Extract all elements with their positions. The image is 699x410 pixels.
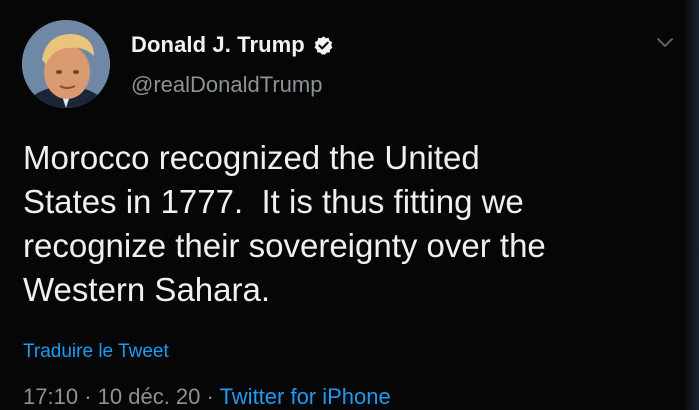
tweet-text: Morocco recognized the United States in … — [23, 139, 546, 308]
author-row: Donald J. Trump — [131, 30, 334, 60]
tweet-meta: 17:10 · 10 déc. 20 · Twitter for iPhone — [23, 384, 391, 410]
tweet-time: 17:10 — [23, 384, 79, 409]
tweet-card: Donald J. Trump @realDonaldTrump Morocco… — [0, 0, 699, 410]
handle[interactable]: @realDonaldTrump — [131, 72, 322, 98]
translate-tweet-link[interactable]: Traduire le Tweet — [23, 341, 169, 363]
avatar[interactable] — [22, 20, 110, 108]
meta-separator: · — [84, 384, 92, 409]
chevron-down-icon[interactable] — [655, 36, 675, 50]
avatar-image — [22, 20, 110, 108]
meta-separator-2: · — [206, 384, 214, 409]
verified-badge-icon — [313, 35, 334, 56]
tweet-date[interactable]: 10 déc. 20 — [98, 384, 201, 409]
display-name[interactable]: Donald J. Trump — [131, 32, 305, 58]
scroll-edge — [685, 0, 699, 410]
tweet-source[interactable]: Twitter for iPhone — [220, 384, 391, 409]
